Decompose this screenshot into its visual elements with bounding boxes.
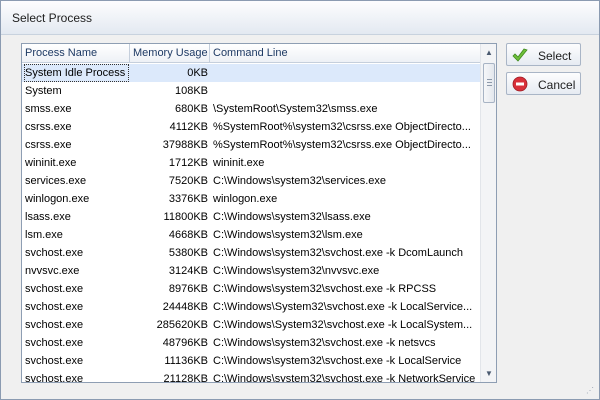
memory-usage-cell: 3376KB bbox=[168, 193, 208, 205]
table-row[interactable]: lsass.exe 11800KB C:\Windows\system32\lsas… bbox=[22, 208, 480, 226]
table-row[interactable]: svchost.exe 48796KB C:\Windows\system32\sv… bbox=[22, 334, 480, 352]
column-header-memory-usage[interactable]: Memory Usage bbox=[130, 44, 210, 63]
scroll-down-icon[interactable]: ▼ bbox=[481, 365, 496, 382]
memory-usage-cell: 0KB bbox=[187, 67, 208, 79]
process-rows: System Idle Process 0KB System 108KB smss.ex… bbox=[22, 64, 480, 383]
command-line-cell: C:\Windows\System32\svchost.exe -k Local… bbox=[213, 301, 473, 313]
memory-usage-cell: 4668KB bbox=[168, 229, 208, 241]
table-row[interactable]: svchost.exe 24448KB C:\Windows\System32\sv… bbox=[22, 298, 480, 316]
process-name-cell: winlogon.exe bbox=[25, 193, 90, 205]
process-name-cell: wininit.exe bbox=[25, 157, 77, 169]
memory-usage-cell: 3124KB bbox=[168, 265, 208, 277]
process-name-cell: csrss.exe bbox=[25, 139, 72, 151]
command-line-cell: C:\Windows\system32\svchost.exe -k netsv… bbox=[213, 337, 436, 349]
memory-usage-cell: 48796KB bbox=[162, 337, 208, 349]
select-process-dialog: Select Process Process Name Memory Usage… bbox=[0, 0, 600, 400]
column-header-process-name[interactable]: Process Name bbox=[22, 44, 130, 63]
command-line-cell: C:\Windows\system32\svchost.exe -k RPCSS bbox=[213, 283, 437, 295]
process-name-cell: lsm.exe bbox=[25, 229, 63, 241]
process-name-cell: nvvsvc.exe bbox=[25, 265, 80, 277]
process-name-cell: svchost.exe bbox=[25, 319, 84, 331]
process-name-cell: svchost.exe bbox=[25, 337, 84, 349]
memory-usage-cell: 1712KB bbox=[168, 157, 208, 169]
command-line-cell: winlogon.exe bbox=[213, 193, 278, 205]
memory-usage-cell: 285620KB bbox=[156, 319, 208, 331]
cancel-icon bbox=[512, 76, 528, 92]
title-bar[interactable]: Select Process bbox=[1, 1, 599, 35]
checkmark-icon bbox=[512, 48, 528, 62]
command-line-cell: C:\Windows\system32\lsm.exe bbox=[213, 229, 363, 241]
process-name-cell: svchost.exe bbox=[25, 373, 84, 383]
memory-usage-cell: 21128KB bbox=[163, 373, 208, 383]
table-row[interactable]: wininit.exe 1712KB wininit.exe bbox=[22, 154, 480, 172]
process-name-cell: svchost.exe bbox=[25, 355, 84, 367]
table-row[interactable]: svchost.exe 21128KB C:\Windows\system32\sv… bbox=[22, 370, 480, 383]
list-header: Process Name Memory Usage Command Line bbox=[22, 44, 480, 63]
memory-usage-cell: 37988KB bbox=[162, 139, 208, 151]
cancel-button[interactable]: Cancel bbox=[506, 72, 581, 95]
memory-usage-cell: 7520KB bbox=[168, 175, 208, 187]
process-name-cell: svchost.exe bbox=[25, 283, 84, 295]
resize-grip-icon[interactable]: ⋰ bbox=[586, 386, 596, 396]
command-line-cell: C:\Windows\system32\svchost.exe -k DcomL… bbox=[213, 247, 464, 259]
command-line-cell: C:\Windows\system32\lsass.exe bbox=[213, 211, 371, 223]
command-line-cell bbox=[213, 64, 480, 82]
scroll-thumb[interactable] bbox=[483, 63, 495, 103]
command-line-cell: C:\Windows\system32\svchost.exe -k Local… bbox=[213, 355, 462, 367]
process-list[interactable]: Process Name Memory Usage Command Line S… bbox=[21, 43, 497, 383]
table-row[interactable]: smss.exe 680KB \SystemRoot\System32\smss.e… bbox=[22, 100, 480, 118]
select-button[interactable]: Select bbox=[506, 43, 581, 66]
table-row[interactable]: svchost.exe 285620KB C:\Windows\System32\s… bbox=[22, 316, 480, 334]
memory-usage-cell: 24448KB bbox=[162, 301, 208, 313]
memory-usage-cell: 11136KB bbox=[164, 355, 208, 367]
command-line-cell: C:\Windows\system32\services.exe bbox=[213, 175, 386, 187]
command-line-cell: C:\Windows\system32\nvvsvc.exe bbox=[213, 265, 380, 277]
memory-usage-cell: 11800KB bbox=[163, 211, 208, 223]
memory-usage-cell: 4112KB bbox=[169, 121, 208, 133]
table-row[interactable]: System Idle Process 0KB bbox=[22, 64, 480, 82]
process-name-cell: svchost.exe bbox=[25, 301, 84, 313]
command-line-cell: C:\Windows\system32\svchost.exe -k Netwo… bbox=[213, 373, 476, 383]
process-name-cell: svchost.exe bbox=[25, 247, 84, 259]
table-row[interactable]: svchost.exe 11136KB C:\Windows\system32\sv… bbox=[22, 352, 480, 370]
process-name-cell: System bbox=[25, 85, 62, 97]
scroll-up-icon[interactable]: ▲ bbox=[481, 44, 496, 61]
table-row[interactable]: csrss.exe 37988KB %SystemRoot%\system32\cs… bbox=[22, 136, 480, 154]
process-name-cell: lsass.exe bbox=[25, 211, 71, 223]
process-name-cell: smss.exe bbox=[25, 103, 72, 115]
command-line-cell: wininit.exe bbox=[213, 157, 265, 169]
memory-usage-cell: 5380KB bbox=[168, 247, 208, 259]
process-name-cell: csrss.exe bbox=[25, 121, 72, 133]
select-button-label: Select bbox=[538, 49, 572, 63]
process-name-cell: services.exe bbox=[25, 175, 87, 187]
table-row[interactable]: lsm.exe 4668KB C:\Windows\system32\lsm.exe bbox=[22, 226, 480, 244]
command-line-cell: %SystemRoot%\system32\csrss.exe ObjectDi… bbox=[213, 139, 471, 151]
table-row[interactable]: System 108KB bbox=[22, 82, 480, 100]
table-row[interactable]: nvvsvc.exe 3124KB C:\Windows\system32\nvvs… bbox=[22, 262, 480, 280]
cancel-button-label: Cancel bbox=[538, 78, 576, 92]
table-row[interactable]: services.exe 7520KB C:\Windows\system32\se… bbox=[22, 172, 480, 190]
column-header-command-line[interactable]: Command Line bbox=[210, 44, 480, 63]
vertical-scrollbar[interactable]: ▲ ▼ bbox=[480, 44, 496, 382]
process-name-cell: System Idle Process bbox=[24, 64, 129, 82]
command-line-cell: \SystemRoot\System32\smss.exe bbox=[213, 103, 378, 115]
command-line-cell: C:\Windows\System32\svchost.exe -k Local… bbox=[213, 319, 473, 331]
command-line-cell: %SystemRoot%\system32\csrss.exe ObjectDi… bbox=[213, 121, 471, 133]
table-row[interactable]: csrss.exe 4112KB %SystemRoot%\system32\csr… bbox=[22, 118, 480, 136]
window-title: Select Process bbox=[12, 11, 93, 25]
memory-usage-cell: 108KB bbox=[174, 85, 208, 97]
command-line-cell bbox=[213, 82, 480, 100]
table-row[interactable]: svchost.exe 8976KB C:\Windows\system32\svc… bbox=[22, 280, 480, 298]
table-row[interactable]: svchost.exe 5380KB C:\Windows\system32\svc… bbox=[22, 244, 480, 262]
memory-usage-cell: 680KB bbox=[174, 103, 208, 115]
memory-usage-cell: 8976KB bbox=[168, 283, 208, 295]
table-row[interactable]: winlogon.exe 3376KB winlogon.exe bbox=[22, 190, 480, 208]
